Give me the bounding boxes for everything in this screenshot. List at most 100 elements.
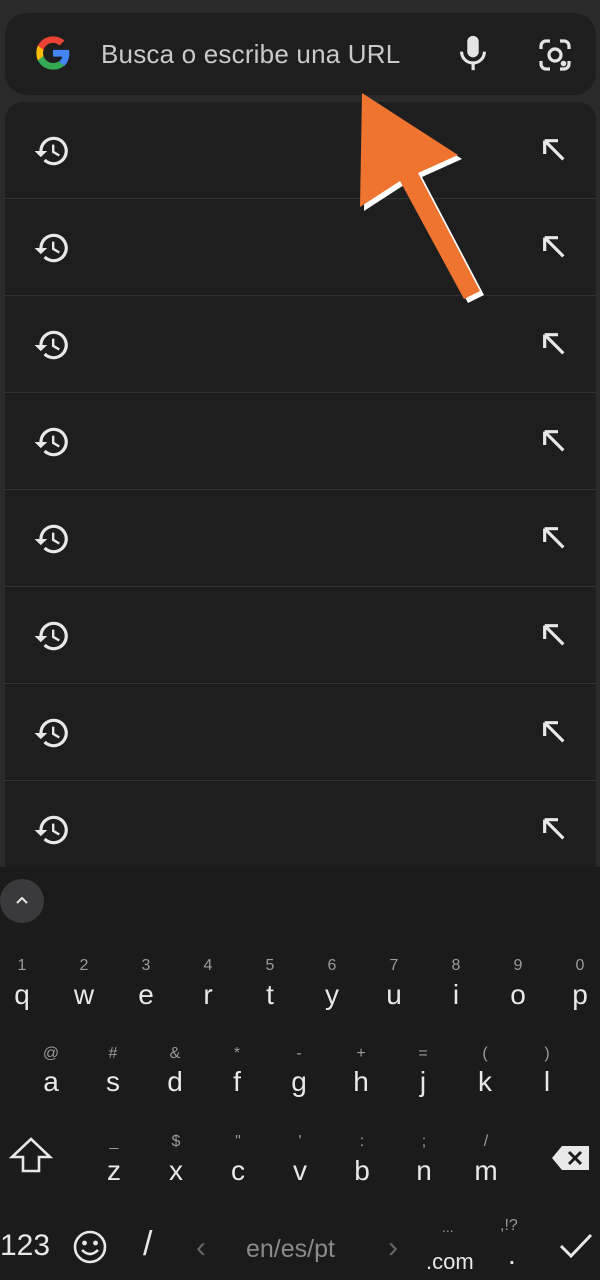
history-icon [34,427,68,457]
fill-arrow-icon[interactable] [538,134,570,166]
slash-key[interactable]: / [143,1225,152,1264]
key-b[interactable]: :b [332,1133,392,1203]
key-label: u [386,979,402,1010]
key-hint: ) [544,1045,550,1062]
microphone-icon[interactable] [455,33,491,73]
search-input[interactable]: Busca o escribe una URL [101,13,400,95]
fill-arrow-icon[interactable] [538,619,570,651]
key-x[interactable]: $ x [146,1133,206,1203]
key-label: n [416,1155,432,1186]
key-f[interactable]: * f [207,1045,267,1115]
history-icon [34,524,68,554]
suggestion-row[interactable] [5,393,596,490]
key-label: s [106,1066,120,1097]
enter-check-icon[interactable] [558,1231,594,1261]
key-hint: " [235,1133,241,1150]
key-label: j [419,1066,427,1097]
next-language-icon[interactable]: › [388,1231,398,1265]
on-screen-keyboard: 123 / ‹ en/es/pt › ... .com ,!? . 1q2w3e… [0,867,600,1280]
annotation-arrow [360,93,484,303]
period-key[interactable]: . [508,1239,516,1271]
key-t[interactable]: 5t [240,957,300,1027]
key-k[interactable]: (k [455,1045,515,1115]
key-u[interactable]: 7u [364,957,424,1027]
fill-arrow-icon[interactable] [538,522,570,554]
key-hint: 4 [203,957,213,974]
key-l[interactable]: ) l [517,1045,577,1115]
key-hint: = [418,1045,428,1062]
key-label: x [169,1155,183,1186]
key-label: o [510,979,526,1010]
chevron-up-icon [16,896,28,904]
key-d[interactable]: & d [145,1045,205,1115]
numbers-key[interactable]: 123 [0,1229,50,1263]
suggestion-row[interactable] [5,684,596,781]
key-y[interactable]: 6y [302,957,362,1027]
key-label: i [452,979,460,1010]
key-w[interactable]: 2w [54,957,114,1027]
emoji-icon[interactable] [72,1229,108,1265]
google-lens-icon[interactable] [535,35,575,75]
fill-arrow-icon[interactable] [538,716,570,748]
key-hint: 3 [141,957,151,974]
fill-arrow-icon[interactable] [538,813,570,845]
suggestion-row[interactable] [5,199,596,296]
key-label: y [325,979,339,1010]
key-label: p [572,979,588,1010]
key-label: t [266,979,274,1010]
prev-language-icon[interactable]: ‹ [196,1231,206,1265]
key-m[interactable]: / m [456,1133,516,1203]
key-hint: 1 [17,957,27,974]
key-r[interactable]: 4r [178,957,238,1027]
key-z[interactable]: _ z [84,1133,144,1203]
history-icon [34,330,68,360]
key-label: d [167,1066,183,1097]
period-hint: ,!? [500,1217,518,1234]
dotcom-key[interactable]: .com [426,1249,474,1275]
key-hint: # [108,1045,118,1062]
dotcom-hint: ... [442,1219,454,1235]
key-label: h [353,1066,369,1097]
language-indicator[interactable]: en/es/pt [246,1235,335,1264]
key-hint: + [356,1045,366,1062]
key-j[interactable]: = j [393,1045,453,1115]
history-icon [34,621,68,651]
fill-arrow-icon[interactable] [538,425,570,457]
key-hint: 6 [327,957,337,974]
backspace-key[interactable] [550,1143,592,1173]
key-s[interactable]: # s [83,1045,143,1115]
key-hint: : [359,1133,365,1150]
key-e[interactable]: 3e [116,957,176,1027]
history-icon [34,718,68,748]
key-o[interactable]: 9o [488,957,548,1027]
suggestion-row[interactable] [5,490,596,587]
keyboard-collapse-button[interactable] [0,879,44,923]
suggestion-row[interactable] [5,781,596,867]
key-hint: ( [482,1045,488,1062]
fill-arrow-icon[interactable] [538,231,570,263]
key-g[interactable]: -g [269,1045,329,1115]
key-c[interactable]: " c [208,1133,268,1203]
key-hint: _ [109,1133,119,1150]
key-h[interactable]: + h [331,1045,391,1115]
fill-arrow-icon[interactable] [538,328,570,360]
suggestion-row[interactable] [5,296,596,393]
suggestion-row[interactable] [5,587,596,684]
google-g-icon [36,36,70,70]
key-label: k [478,1066,492,1097]
key-hint: 5 [265,957,275,974]
key-label: z [107,1155,121,1186]
omnibox[interactable]: Busca o escribe una URL [5,13,596,95]
key-a[interactable]: @ a [21,1045,81,1115]
key-n[interactable]: ; n [394,1133,454,1203]
suggestion-row[interactable] [5,102,596,199]
key-i[interactable]: 8i [426,957,486,1027]
key-label: m [474,1155,498,1186]
key-label: a [43,1066,59,1097]
shift-key[interactable] [8,1135,54,1175]
key-q[interactable]: 1q [0,957,52,1027]
key-p[interactable]: 0p [550,957,600,1027]
key-v[interactable]: ' v [270,1133,330,1203]
key-label: q [14,979,30,1010]
key-hint: - [296,1045,302,1062]
